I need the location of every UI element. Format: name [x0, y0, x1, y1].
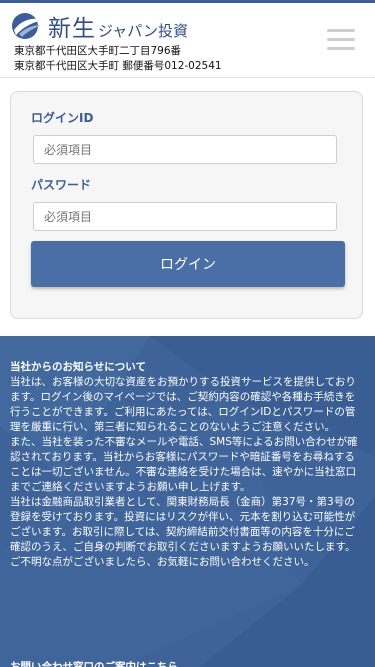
password-label: パスワード — [31, 178, 92, 192]
menu-bar-icon — [327, 38, 355, 41]
contact-link[interactable]: お問い合わせ窓口のご案内はこちら — [10, 659, 178, 667]
site-header: 新生 ジャパン投資 東京都千代田区大手町二丁目796番 東京都千代田区大手町 郵便… — [0, 3, 375, 78]
logo-mark-icon — [12, 13, 43, 39]
login-button[interactable]: ログイン — [31, 241, 345, 287]
info-paragraph: 当社は、お客様の大切な資産をお預かりする投資サービスを提供しております。ログイン… — [10, 376, 356, 433]
login-form: ログインID パスワード ログイン — [10, 91, 363, 319]
password-input[interactable] — [33, 202, 337, 231]
login-id-label: ログインID — [31, 111, 94, 125]
menu-bar-icon — [327, 29, 355, 32]
brand-logo[interactable]: 新生 ジャパン投資 — [10, 9, 188, 43]
info-paragraph: 当社は金融商品取引業者として、関東財務局長（金商）第37号・第3号の登録を受けて… — [10, 496, 356, 568]
info-section: 当社からのお知らせについて 当社は、お客様の大切な資産をお預かりする投資サービス… — [0, 336, 375, 667]
brand-name: 新生 ジャパン投資 — [48, 16, 189, 42]
address-line-2: 東京都千代田区大手町 郵便番号012-02541 — [14, 60, 222, 72]
info-content: 当社からのお知らせについて 当社は、お客様の大切な資産をお預かりする投資サービス… — [10, 360, 360, 570]
hamburger-menu-button[interactable] — [327, 29, 355, 53]
info-paragraph: また、当社を装った不審なメールや電話、SMS等によるお問い合わせが確認されており… — [10, 436, 358, 493]
menu-bar-icon — [327, 47, 355, 50]
login-id-input[interactable] — [33, 135, 337, 164]
info-title: 当社からのお知らせについて — [10, 361, 146, 373]
address-line-1: 東京都千代田区大手町二丁目796番 — [14, 45, 182, 57]
